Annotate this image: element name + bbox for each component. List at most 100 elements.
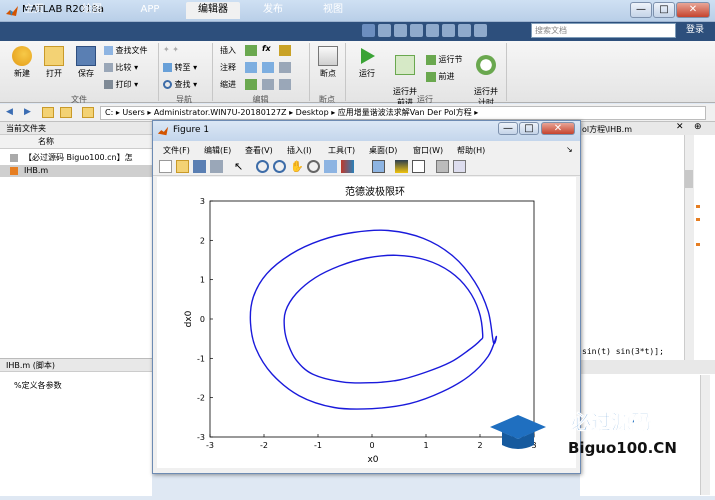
browse-folder-icon[interactable] [60, 107, 72, 118]
inner-limit-cycle-line[interactable] [283, 254, 484, 384]
warning-marker-icon[interactable] [696, 243, 700, 246]
menu-view[interactable]: 查看(V) [245, 145, 273, 156]
figure-minimize-button[interactable]: — [498, 122, 518, 135]
editor-expand-icon[interactable]: ⊕ [694, 122, 702, 132]
breadcrumb-segment[interactable]: Users [122, 108, 144, 117]
select-arrow-icon[interactable]: ↖ [234, 160, 247, 173]
uncomment-icon[interactable] [262, 62, 274, 73]
close-button[interactable]: ✕ [676, 2, 710, 18]
smart-indent-icon[interactable] [245, 79, 257, 90]
find-button[interactable]: 查找 ▾ [163, 79, 197, 90]
menu-window[interactable]: 窗口(W) [413, 145, 443, 156]
menu-insert[interactable]: 插入(I) [287, 145, 312, 156]
maximize-button[interactable]: □ [653, 2, 675, 18]
editor-scrollbar[interactable] [684, 135, 694, 360]
warning-marker-icon[interactable] [696, 205, 700, 208]
menu-help[interactable]: 帮助(H) [457, 145, 485, 156]
editor-tab[interactable]: ol方程\IHB.m [582, 124, 632, 135]
tab-home[interactable]: 主页 [14, 2, 54, 19]
figure-title-bar: Figure 1 — □ ✕ [153, 121, 580, 141]
zoom-in-icon[interactable] [256, 160, 269, 173]
quick-save-icon[interactable] [362, 24, 375, 37]
rotate-3d-icon[interactable] [307, 160, 320, 173]
save-button[interactable]: 保存 [72, 46, 100, 79]
file-list-item-selected[interactable]: IHB.m [0, 165, 152, 177]
quick-copy-icon[interactable] [394, 24, 407, 37]
find-files-button[interactable]: 查找文件 [104, 45, 148, 56]
breakpoints-button[interactable]: 断点 [314, 46, 342, 79]
quick-help-icon[interactable] [474, 24, 487, 37]
new-figure-icon[interactable] [159, 160, 172, 173]
y-tick-label: 3 [200, 197, 205, 206]
goto-button[interactable]: 转至 ▾ [163, 62, 197, 73]
figure-close-button[interactable]: ✕ [541, 122, 575, 135]
insert-button[interactable]: 插入 [220, 45, 236, 56]
tab-view[interactable]: 视图 [313, 2, 353, 19]
tab-apps[interactable]: APP [130, 2, 170, 19]
minimize-button[interactable]: — [630, 2, 652, 18]
menu-file[interactable]: 文件(F) [163, 145, 190, 156]
search-input[interactable]: 搜索文档 [531, 23, 676, 38]
menu-desktop[interactable]: 桌面(D) [369, 145, 397, 156]
zoom-out-icon[interactable] [273, 160, 286, 173]
save-figure-icon[interactable] [193, 160, 206, 173]
run-section-button[interactable]: 运行节 [426, 54, 463, 65]
legend-icon[interactable] [412, 160, 425, 173]
insert-section-icon[interactable] [245, 45, 257, 56]
comment-icon[interactable] [245, 62, 257, 73]
show-plot-tools-icon[interactable] [453, 160, 466, 173]
breadcrumb-segment[interactable]: Desktop [296, 108, 329, 117]
indent-button[interactable]: 缩进 [220, 79, 236, 90]
file-list-item[interactable]: 【必过源码 Biguo100.cn】怎 [0, 152, 152, 164]
wrap-comment-icon[interactable] [279, 62, 291, 73]
back-arrow-icon[interactable]: ◀ [6, 107, 13, 117]
warning-marker-icon[interactable] [696, 218, 700, 221]
tab-publish[interactable]: 发布 [253, 2, 293, 19]
current-folder-path[interactable]: C: ▸ Users ▸ Administrator.WIN7U-2018012… [100, 106, 706, 120]
forward-arrow-icon[interactable]: ▶ [24, 107, 31, 117]
advance-button[interactable]: 前进 [426, 71, 455, 82]
new-button[interactable]: 新建 [8, 46, 36, 79]
quick-switch-icon[interactable] [458, 24, 471, 37]
insert-function-icon[interactable] [279, 45, 291, 56]
brush-icon[interactable] [341, 160, 354, 173]
breadcrumb-segment[interactable]: 应用增量谐波法求解Van Der Pol方程 [338, 108, 472, 117]
editor-scroll-thumb[interactable] [685, 170, 693, 188]
link-plot-icon[interactable] [372, 160, 385, 173]
print-button[interactable]: 打印 ▾ [104, 79, 138, 90]
fx-button[interactable]: fx [262, 44, 271, 53]
dock-arrow-icon[interactable]: ↘ [566, 145, 573, 154]
menu-tools[interactable]: 工具(T) [328, 145, 355, 156]
hide-plot-tools-icon[interactable] [436, 160, 449, 173]
colorbar-icon[interactable] [395, 160, 408, 173]
quick-paste-icon[interactable] [410, 24, 423, 37]
run-button[interactable]: 运行 [352, 46, 382, 79]
command-window-title-bar [580, 360, 715, 374]
breadcrumb-segment[interactable]: C: [105, 108, 113, 117]
quick-undo-icon[interactable] [426, 24, 439, 37]
quick-redo-icon[interactable] [442, 24, 455, 37]
editor-close-icon[interactable]: ✕ [676, 122, 684, 132]
open-button[interactable]: 打开 [40, 46, 68, 79]
login-button[interactable]: 登录 [680, 22, 710, 39]
data-cursor-icon[interactable] [324, 160, 337, 173]
editor-marker-bar [696, 135, 700, 360]
quick-cut-icon[interactable] [378, 24, 391, 37]
pan-hand-icon[interactable]: ✋ [290, 160, 304, 173]
increase-indent-icon[interactable] [262, 79, 274, 90]
menu-edit[interactable]: 编辑(E) [204, 145, 231, 156]
find-files-icon [104, 46, 113, 55]
tab-plots[interactable]: 绘图 [72, 2, 112, 19]
code-line[interactable]: sin(t) sin(3*t)]; [582, 347, 664, 356]
open-file-icon[interactable] [176, 160, 189, 173]
up-folder-icon[interactable] [42, 107, 54, 118]
figure-maximize-button[interactable]: □ [519, 122, 539, 135]
print-figure-icon[interactable] [210, 160, 223, 173]
comment-button[interactable]: 注释 [220, 62, 236, 73]
tab-editor[interactable]: 编辑器 [186, 2, 240, 19]
plot-axes[interactable] [209, 200, 535, 438]
decrease-indent-icon[interactable] [279, 79, 291, 90]
breadcrumb-segment[interactable]: Administrator.WIN7U-20180127Z [154, 108, 287, 117]
compare-button[interactable]: 比较 ▾ [104, 62, 138, 73]
name-column-header[interactable]: 名称 [0, 135, 152, 149]
